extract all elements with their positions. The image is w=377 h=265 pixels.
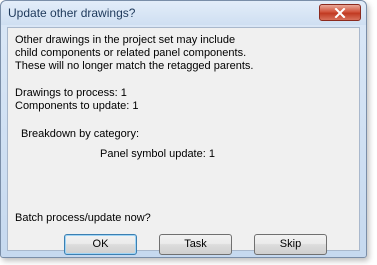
drawings-to-process: Drawings to process: 1 (15, 87, 127, 99)
breakdown-heading: Breakdown by category: (21, 128, 140, 140)
close-icon (334, 8, 346, 18)
message-line-2: child components or related panel compon… (15, 47, 247, 59)
message-line-1: Other drawings in the project set may in… (15, 34, 236, 46)
batch-prompt: Batch process/update now? (15, 212, 151, 224)
components-to-update: Components to update: 1 (15, 100, 139, 112)
title-bar[interactable]: Update other drawings? (1, 1, 366, 25)
dialog-body: Other drawings in the project set may in… (7, 27, 360, 255)
ok-button[interactable]: OK (64, 234, 137, 255)
close-button[interactable] (319, 4, 361, 21)
task-button[interactable]: Task (159, 234, 232, 255)
dialog-window: Update other drawings? Other drawings in… (0, 0, 367, 258)
dialog-title: Update other drawings? (8, 6, 136, 20)
panel-symbol-update: Panel symbol update: 1 (100, 148, 215, 160)
skip-button[interactable]: Skip (254, 234, 327, 255)
message-line-3: These will no longer match the retagged … (15, 60, 254, 72)
